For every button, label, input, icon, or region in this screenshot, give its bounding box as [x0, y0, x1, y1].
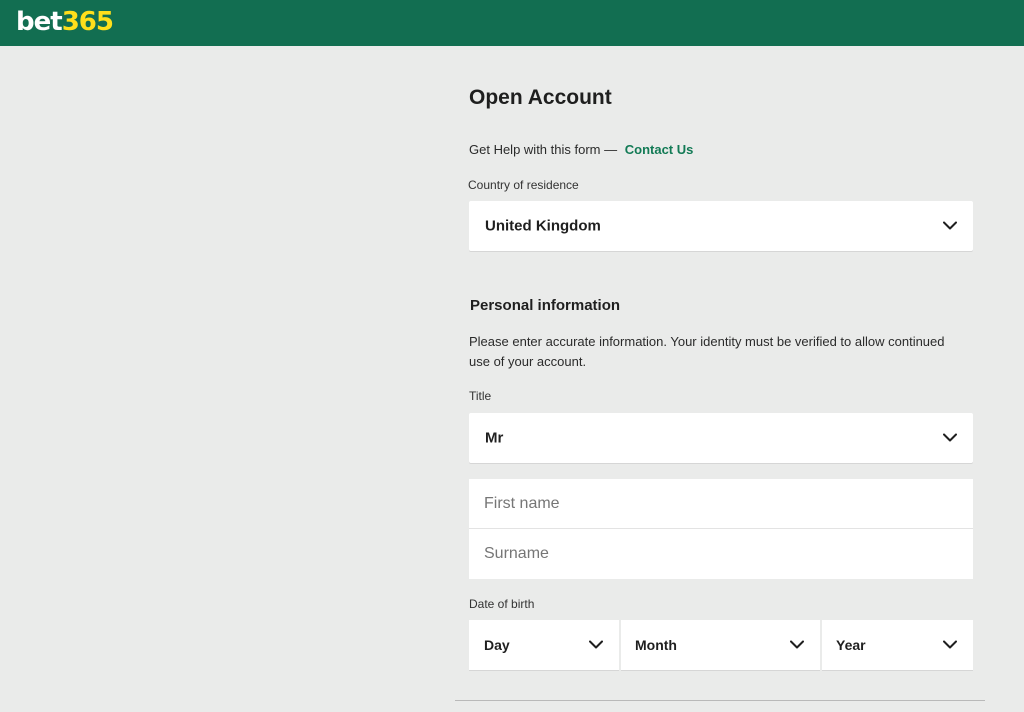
country-value: United Kingdom [485, 217, 601, 235]
surname-field[interactable] [469, 529, 973, 579]
help-line: Get Help with this form — Contact Us [469, 142, 693, 157]
personal-info-heading: Personal information [470, 297, 621, 314]
chevron-down-icon [790, 640, 804, 649]
logo-text-bet: bet [16, 7, 63, 37]
chevron-down-icon [943, 433, 957, 442]
contact-us-link[interactable]: Contact Us [625, 142, 694, 157]
dob-day-value: Day [484, 637, 510, 653]
dob-day-select[interactable]: Day [469, 620, 619, 670]
dob-label: Date of birth [469, 597, 535, 611]
bet365-logo[interactable]: bet365 [16, 5, 114, 39]
page-title: Open Account [469, 86, 612, 109]
chevron-down-icon [589, 640, 603, 649]
title-value: Mr [485, 429, 504, 447]
dob-month-value: Month [635, 637, 677, 653]
first-name-field[interactable] [469, 479, 973, 529]
help-text: Get Help with this form — [469, 142, 618, 157]
country-label: Country of residence [468, 178, 579, 192]
dob-year-select[interactable]: Year [822, 620, 973, 670]
title-label: Title [469, 389, 492, 403]
personal-info-text: Please enter accurate information. Your … [469, 334, 945, 369]
chevron-down-icon [943, 221, 957, 230]
country-select[interactable]: United Kingdom [469, 201, 973, 251]
dob-year-value: Year [836, 637, 866, 653]
chevron-down-icon [943, 640, 957, 649]
title-select[interactable]: Mr [469, 413, 973, 463]
top-header-bar: bet365 [0, 0, 1024, 46]
logo-text-365: 365 [61, 7, 114, 37]
section-divider [455, 700, 985, 701]
dob-month-select[interactable]: Month [621, 620, 820, 670]
